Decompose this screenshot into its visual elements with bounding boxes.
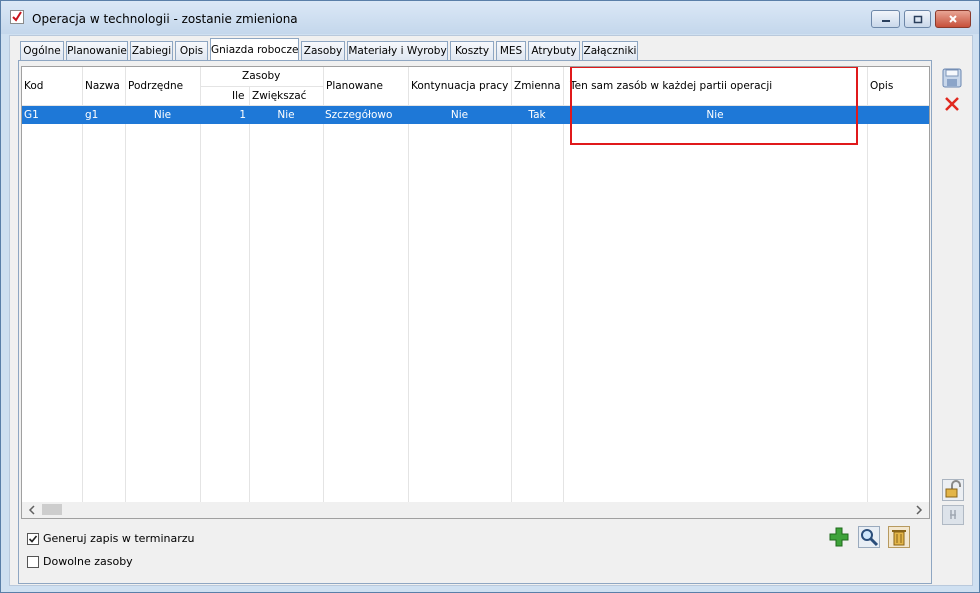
- header-kontynuacja[interactable]: Kontynuacja pracy: [411, 80, 508, 92]
- cell-kod: G1: [24, 109, 39, 121]
- close-button[interactable]: [935, 10, 971, 28]
- cell-zmienna: Tak: [528, 109, 546, 121]
- tab-atrybuty[interactable]: Atrybuty: [528, 41, 580, 60]
- dowolne-zasoby-checkbox[interactable]: [27, 556, 39, 568]
- tab-materialy-i-wyroby[interactable]: Materiały i Wyroby: [347, 41, 448, 60]
- save-icon[interactable]: [942, 68, 962, 88]
- header-opis[interactable]: Opis: [870, 80, 893, 92]
- dialog-body: Ogólne Planowanie Zabiegi Opis Gniazda r…: [9, 35, 973, 586]
- close-icon: [949, 15, 957, 23]
- horizontal-scrollbar[interactable]: [21, 502, 930, 519]
- scroll-thumb[interactable]: [42, 504, 62, 515]
- tab-koszty[interactable]: Koszty: [450, 41, 494, 60]
- restore-icon: [913, 15, 922, 23]
- add-icon[interactable]: [828, 526, 850, 548]
- tab-panel: Kod Nazwa Podrzędne Zasoby Ile Zwiększać…: [18, 60, 932, 584]
- highlight-box: [570, 67, 858, 145]
- trash-icon[interactable]: [888, 526, 910, 548]
- pin-icon[interactable]: [942, 505, 964, 525]
- header-planowane[interactable]: Planowane: [326, 80, 383, 92]
- tab-opis[interactable]: Opis: [175, 41, 208, 60]
- header-podrzedne[interactable]: Podrzędne: [128, 80, 183, 92]
- search-icon[interactable]: [858, 526, 880, 548]
- tab-gniazda-robocze[interactable]: Gniazda robocze: [210, 38, 299, 61]
- cell-kontynuacja: Nie: [450, 109, 469, 121]
- lock-icon[interactable]: [942, 479, 964, 501]
- scroll-left-icon[interactable]: [28, 505, 36, 515]
- header-nazwa[interactable]: Nazwa: [85, 80, 120, 92]
- window: Operacja w technologii - zostanie zmieni…: [0, 0, 980, 593]
- minimize-icon: [881, 20, 890, 22]
- checkmark-icon: [10, 10, 24, 24]
- cell-ile: 1: [239, 109, 246, 121]
- checkmark-icon: [28, 535, 38, 543]
- header-zwiekszac[interactable]: Zwiększać: [252, 90, 306, 102]
- tab-zabiegi[interactable]: Zabiegi: [130, 41, 173, 60]
- tab-zalaczniki[interactable]: Załączniki: [582, 41, 638, 60]
- cell-nazwa: g1: [85, 109, 99, 121]
- title-bar: Operacja w technologii - zostanie zmieni…: [1, 1, 979, 34]
- workcenters-grid[interactable]: Kod Nazwa Podrzędne Zasoby Ile Zwiększać…: [21, 66, 930, 504]
- cell-planowane: Szczegółowo: [325, 109, 393, 121]
- tab-planowanie[interactable]: Planowanie: [66, 41, 128, 60]
- tab-zasoby[interactable]: Zasoby: [301, 41, 345, 60]
- cell-zwiekszac: Nie: [277, 109, 295, 121]
- header-ile[interactable]: Ile: [232, 90, 244, 102]
- maximize-button[interactable]: [904, 10, 931, 28]
- minimize-button[interactable]: [871, 10, 900, 28]
- cell-podrzedne: Nie: [153, 109, 172, 121]
- tab-mes[interactable]: MES: [496, 41, 526, 60]
- header-kod[interactable]: Kod: [24, 80, 43, 92]
- dowolne-zasoby-label[interactable]: Dowolne zasoby: [43, 555, 133, 568]
- header-zasoby-group: Zasoby: [242, 70, 281, 82]
- window-title: Operacja w technologii - zostanie zmieni…: [32, 12, 298, 26]
- header-zmienna[interactable]: Zmienna: [514, 80, 561, 92]
- generuj-checkbox[interactable]: [27, 533, 39, 545]
- generuj-label[interactable]: Generuj zapis w terminarzu: [43, 532, 195, 545]
- scroll-right-icon[interactable]: [915, 505, 923, 515]
- delete-icon[interactable]: [944, 96, 960, 112]
- tab-ogolne[interactable]: Ogólne: [20, 41, 64, 60]
